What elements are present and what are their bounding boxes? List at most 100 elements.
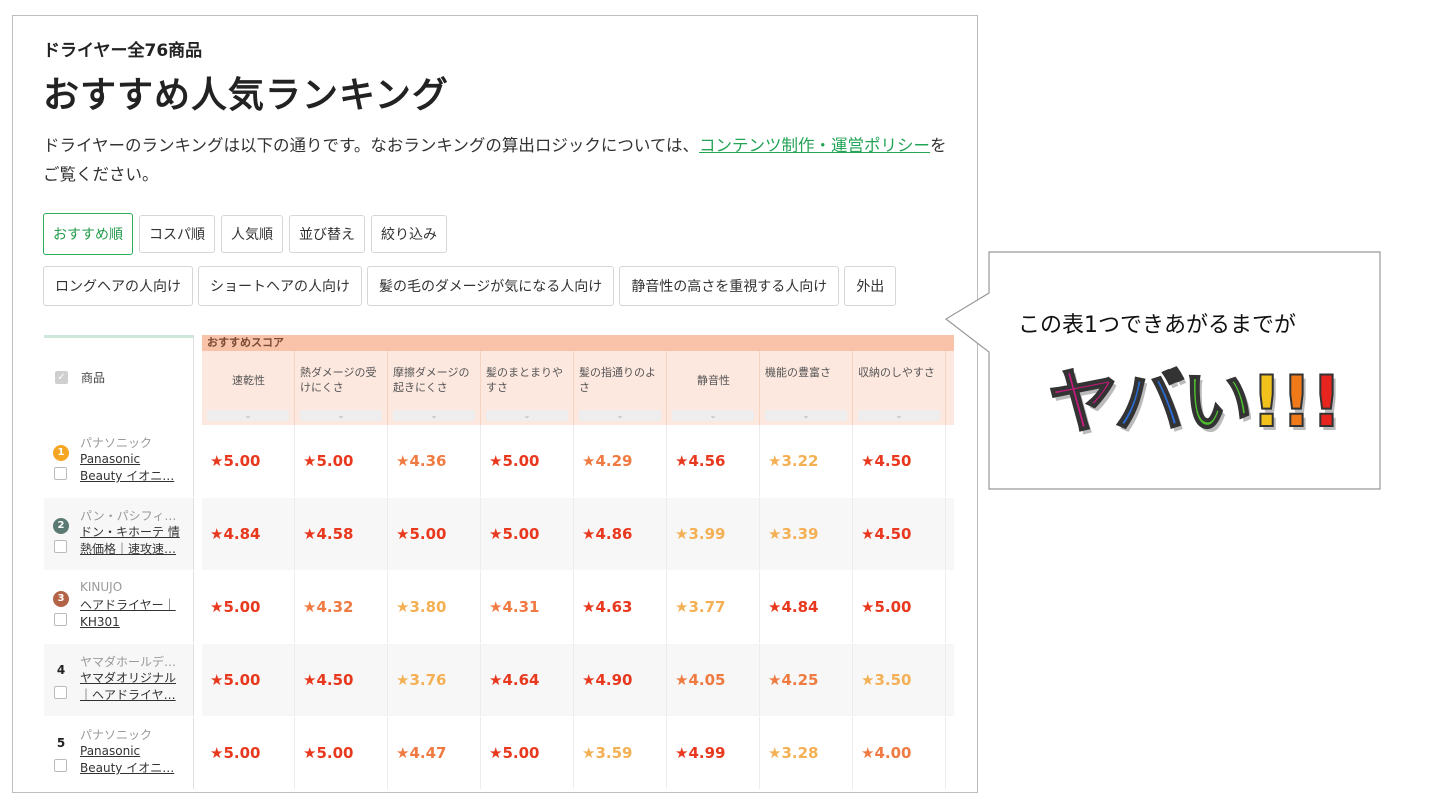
score-value: ★3.99	[675, 525, 726, 543]
product-header-label: 商品	[81, 371, 106, 385]
score-column-label: 機能の豊富さ	[765, 366, 831, 379]
score-column-label: 髪の指通りのよさ	[579, 366, 656, 394]
yabai-wordart: ヤバい!!!	[1047, 346, 1343, 447]
brand-name: ヤマダホールデ…	[80, 655, 177, 669]
callout-bubble: この表1つできあがるまでが ヤバい!!!	[944, 251, 1381, 490]
wordart-letter: い	[1182, 360, 1254, 444]
filter-chips: ロングヘアの人向け ショートヘアの人向け 髪の毛のダメージが気になる人向け 静音…	[43, 266, 897, 306]
score-cell: ★3.59	[574, 717, 667, 789]
score-cell: ★5.00	[481, 717, 574, 789]
column-dropdown[interactable]: ⌄	[672, 410, 754, 421]
score-column-header[interactable]: 髪のまとまりやすさ ⌄	[481, 351, 574, 425]
score-value: ★5.00	[489, 452, 540, 470]
tab-popular[interactable]: 人気順	[221, 215, 283, 253]
table-row[interactable]: 2 パン・パシフィ… ドン・キホーテ 情熱価格｜速攻速… ★4.84 ★4.58 ★5.0…	[44, 498, 954, 570]
sort-tabs: おすすめ順 コスパ順 人気順 並び替え 絞り込み	[43, 213, 447, 255]
policy-link[interactable]: コンテンツ制作・運営ポリシー	[699, 136, 930, 155]
score-cell: ★3.28	[760, 717, 853, 789]
score-value: ★4.99	[675, 744, 726, 762]
select-all-checkbox[interactable]: ✓	[55, 371, 68, 384]
row-checkbox[interactable]	[54, 686, 67, 699]
brand-name: パナソニック	[80, 728, 153, 742]
brand-name: KINUJO	[80, 580, 123, 594]
score-cell: ★3.77	[667, 571, 760, 643]
filter-damage[interactable]: 髪の毛のダメージが気になる人向け	[367, 266, 615, 306]
filter-outing[interactable]: 外出	[844, 266, 897, 306]
product-name-line: ヘアドライヤー｜	[80, 598, 176, 612]
score-value: ★4.29	[582, 452, 633, 470]
score-value: ★4.25	[768, 671, 819, 689]
column-dropdown[interactable]: ⌄	[486, 410, 568, 421]
score-cell: ★5.00	[388, 498, 481, 570]
brand-name: パン・パシフィ…	[80, 509, 177, 523]
score-value: ★4.05	[675, 671, 726, 689]
score-cell: ★4.25	[760, 644, 853, 716]
score-value: ★5.00	[303, 744, 354, 762]
score-value: ★4.36	[396, 452, 447, 470]
score-column-header[interactable]: 髪の指通りのよさ ⌄	[574, 351, 667, 425]
score-cell: ★4.50	[853, 498, 946, 570]
score-value: ★4.31	[489, 598, 540, 616]
score-value: ★3.59	[582, 744, 633, 762]
score-value: ★4.50	[303, 671, 354, 689]
score-header: おすすめスコア 速乾性 ⌄ 熱ダメージの受けにくさ ⌄ 摩擦ダメージの起きにくさ ⌄ 髪のま…	[202, 335, 954, 425]
product-link[interactable]: ドン・キホーテ 情熱価格｜速攻速…	[80, 524, 188, 558]
column-dropdown[interactable]: ⌄	[765, 410, 847, 421]
column-dropdown[interactable]: ⌄	[300, 410, 382, 421]
filter-button[interactable]: 絞り込み	[371, 215, 447, 253]
tab-cost-performance[interactable]: コスパ順	[139, 215, 215, 253]
score-column-header[interactable]: 静音性 ⌄	[667, 351, 760, 425]
score-cell: ★4.50	[295, 644, 388, 716]
product-link[interactable]: Panasonic Beauty イオニ…	[80, 743, 188, 777]
score-column-label: 収納のしやすさ	[858, 366, 935, 379]
column-dropdown[interactable]: ⌄	[393, 410, 475, 421]
filter-short-hair[interactable]: ショートヘアの人向け	[198, 266, 362, 306]
product-cell: 2 パン・パシフィ… ドン・キホーテ 情熱価格｜速攻速…	[44, 498, 194, 570]
page-subtitle: ドライヤー全76商品	[43, 41, 203, 61]
score-cell: ★4.99	[667, 717, 760, 789]
product-cell: 5 パナソニック Panasonic Beauty イオニ…	[44, 717, 194, 789]
product-link[interactable]: Panasonic Beauty イオニ…	[80, 451, 188, 485]
score-cell: ★4.63	[574, 571, 667, 643]
score-column-header[interactable]: 速乾性 ⌄	[202, 351, 295, 425]
score-value: ★4.56	[675, 452, 726, 470]
score-cell: ★4.05	[667, 644, 760, 716]
product-link[interactable]: ヤマダオリジナル ｜ヘアドライヤ…	[80, 670, 188, 704]
row-checkbox[interactable]	[54, 540, 67, 553]
table-row[interactable]: 1 パナソニック Panasonic Beauty イオニ… ★5.00 ★5.00 ★4.…	[44, 425, 954, 497]
score-value: ★3.28	[768, 744, 819, 762]
column-separator	[194, 717, 202, 789]
score-column-header[interactable]: 機能の豊富さ ⌄	[760, 351, 853, 425]
product-link[interactable]: ヘアドライヤー｜ KH301	[80, 597, 188, 631]
wordart-letter: !	[1280, 360, 1314, 444]
table-row[interactable]: 4 ヤマダホールデ… ヤマダオリジナル ｜ヘアドライヤ… ★5.00 ★4.50 ★3.76…	[44, 644, 954, 716]
score-value: ★5.00	[489, 744, 540, 762]
score-column-header[interactable]: 摩擦ダメージの起きにくさ ⌄	[388, 351, 481, 425]
table-row[interactable]: 5 パナソニック Panasonic Beauty イオニ… ★5.00 ★5.00 ★4.…	[44, 717, 954, 789]
column-dropdown[interactable]: ⌄	[207, 410, 289, 421]
score-value: ★3.50	[861, 671, 912, 689]
score-cell: ★5.00	[481, 425, 574, 497]
sort-button[interactable]: 並び替え	[289, 215, 365, 253]
score-cell: ★4.58	[295, 498, 388, 570]
product-name-line: Panasonic	[80, 744, 141, 758]
filter-quiet[interactable]: 静音性の高さを重視する人向け	[619, 266, 840, 306]
filter-long-hair[interactable]: ロングヘアの人向け	[43, 266, 193, 306]
score-value: ★4.32	[303, 598, 354, 616]
column-dropdown[interactable]: ⌄	[858, 410, 940, 421]
row-checkbox[interactable]	[54, 613, 67, 626]
row-checkbox[interactable]	[54, 759, 67, 772]
score-column-label: 静音性	[697, 374, 730, 387]
row-checkbox[interactable]	[54, 467, 67, 480]
score-value: ★5.00	[489, 525, 540, 543]
score-value: ★3.77	[675, 598, 726, 616]
score-cell: ★3.39	[760, 498, 853, 570]
description-text: ドライヤーのランキングは以下の通りです。なおランキングの算出ロジックについては、	[43, 136, 700, 155]
table-row[interactable]: 3 KINUJO ヘアドライヤー｜ KH301 ★5.00 ★4.32 ★3.80 ★4.31…	[44, 571, 954, 643]
product-column-header: ✓ 商品	[44, 335, 194, 425]
tab-recommended[interactable]: おすすめ順	[43, 213, 133, 255]
score-column-header[interactable]: 熱ダメージの受けにくさ ⌄	[295, 351, 388, 425]
column-dropdown[interactable]: ⌄	[579, 410, 661, 421]
score-column-header[interactable]: 収納のしやすさ ⌄	[853, 351, 946, 425]
rank-badge: 4	[56, 663, 66, 677]
